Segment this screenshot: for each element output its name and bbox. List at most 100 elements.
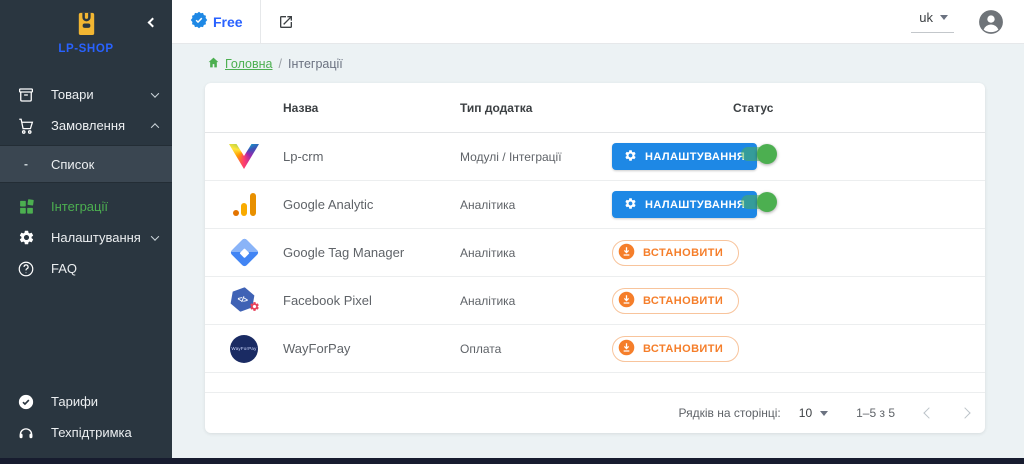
google-analytics-logo-icon <box>205 193 283 216</box>
configure-button-label: НАЛАШТУВАННЯ <box>645 151 745 163</box>
breadcrumb-home-label: Головна <box>225 57 273 71</box>
action-cell: ВСТАНОВИТИ <box>612 336 733 362</box>
table-row: Lp-crm Модулі / Інтеграції НАЛАШТУВАННЯ <box>205 133 985 181</box>
app-name: Lp-crm <box>283 149 460 164</box>
external-link-icon[interactable] <box>278 14 294 30</box>
sidebar-item-tariffs[interactable]: Тарифи <box>0 386 172 417</box>
toolbar-divider <box>260 0 261 43</box>
gear-icon <box>16 229 36 246</box>
status-toggle-on[interactable] <box>741 144 777 164</box>
gear-icon <box>624 197 637 213</box>
plan-badge[interactable]: Free <box>190 11 243 32</box>
status-cell <box>733 192 985 217</box>
sidebar-item-orders[interactable]: Замовлення <box>0 110 172 141</box>
app-name: Google Analytic <box>283 197 460 212</box>
sidebar-item-list[interactable]: - Список <box>0 145 172 183</box>
top-toolbar: Free uk <box>172 0 1024 44</box>
table-header-row: Назва Тип додатка Статус <box>205 83 985 133</box>
install-button[interactable]: ВСТАНОВИТИ <box>612 336 739 362</box>
app-name: Facebook Pixel <box>283 293 460 308</box>
box-icon <box>16 86 36 104</box>
sidebar-item-support[interactable]: Техпідтримка <box>0 417 172 448</box>
bottom-bar <box>0 458 1024 464</box>
install-button-label: ВСТАНОВИТИ <box>643 247 723 259</box>
content-area: Головна / Інтеграції Назва Тип додатка С… <box>172 44 1024 464</box>
app-type: Аналітика <box>460 294 612 308</box>
app-name: WayForPay <box>283 341 460 356</box>
wayforpay-logo-icon: WayForPay <box>205 335 283 363</box>
chevron-down-icon <box>151 89 159 97</box>
empty-row <box>205 373 985 393</box>
configure-button-label: НАЛАШТУВАННЯ <box>645 199 745 211</box>
sidebar-item-label: Техпідтримка <box>51 425 132 440</box>
action-cell: ВСТАНОВИТИ <box>612 288 733 314</box>
sidebar-menu: Товари Замовлення - Список <box>0 79 172 284</box>
sidebar-item-products[interactable]: Товари <box>0 79 172 110</box>
rows-per-page-value: 10 <box>799 406 812 420</box>
sidebar-item-integrations[interactable]: Інтеграції <box>0 191 172 222</box>
plan-badge-label: Free <box>213 14 243 30</box>
headset-icon <box>16 424 36 442</box>
previous-page-button[interactable] <box>923 407 934 418</box>
sidebar-item-label: Товари <box>51 87 94 102</box>
column-header-status: Статус <box>733 101 985 115</box>
action-cell: ВСТАНОВИТИ <box>612 240 733 266</box>
sidebar-item-faq[interactable]: FAQ <box>0 253 172 284</box>
avatar[interactable] <box>978 9 1004 35</box>
red-gear-icon <box>249 299 260 317</box>
app-root: LP-SHOP Товари <box>0 0 1024 464</box>
widgets-icon <box>16 198 36 215</box>
breadcrumb-home-link[interactable]: Головна <box>207 56 273 72</box>
app-name: Google Tag Manager <box>283 245 460 260</box>
table-row: WayForPay WayForPay Оплата ВСТАНОВИТИ <box>205 325 985 373</box>
gear-icon <box>624 149 637 165</box>
chevron-left-icon <box>148 18 158 28</box>
install-button[interactable]: ВСТАНОВИТИ <box>612 240 739 266</box>
caret-down-icon <box>820 411 828 416</box>
language-select[interactable]: uk <box>911 10 954 33</box>
table-row: </> Facebook Pixel Аналітика <box>205 277 985 325</box>
download-icon <box>618 243 635 263</box>
pagination: Рядків на сторінці: 10 1–5 з 5 <box>205 393 985 433</box>
integrations-table-card: Назва Тип додатка Статус Lp-crm Модулі /… <box>205 83 985 433</box>
sidebar-item-label: Замовлення <box>51 118 125 133</box>
rows-per-page-select[interactable]: 10 <box>799 406 828 420</box>
sidebar-item-label: Тарифи <box>51 394 98 409</box>
shop-bag-logo-icon <box>74 24 99 41</box>
rows-per-page-label: Рядків на сторінці: <box>679 406 781 420</box>
app-type: Аналітика <box>460 198 612 212</box>
sidebar-item-label: Інтеграції <box>51 199 108 214</box>
install-button-label: ВСТАНОВИТИ <box>643 343 723 355</box>
sidebar-collapse-button[interactable] <box>149 18 159 28</box>
chevron-up-icon <box>151 123 159 131</box>
badge-check-icon <box>16 393 36 411</box>
logo-text: LP-SHOP <box>0 43 172 55</box>
main-area: Free uk <box>172 0 1024 464</box>
table-row: Google Analytic Аналітика НАЛАШТУВАННЯ <box>205 181 985 229</box>
status-cell <box>733 144 985 169</box>
verified-badge-icon <box>190 11 208 32</box>
breadcrumb-separator: / <box>279 57 282 71</box>
column-header-type: Тип додатка <box>460 101 612 115</box>
app-type: Оплата <box>460 342 612 356</box>
action-cell: НАЛАШТУВАННЯ <box>612 143 733 170</box>
breadcrumb: Головна / Інтеграції <box>207 56 985 72</box>
install-button[interactable]: ВСТАНОВИТИ <box>612 288 739 314</box>
sidebar: LP-SHOP Товари <box>0 0 172 464</box>
pagination-range: 1–5 з 5 <box>856 406 895 420</box>
sidebar-item-label: Налаштування <box>51 230 141 245</box>
column-header-name: Назва <box>283 101 460 115</box>
home-icon <box>207 56 220 72</box>
google-tag-manager-logo-icon <box>205 242 283 263</box>
install-button-label: ВСТАНОВИТИ <box>643 295 723 307</box>
help-icon <box>16 260 36 278</box>
cart-icon <box>16 117 36 135</box>
language-value: uk <box>919 10 933 25</box>
chevron-down-icon <box>151 232 159 240</box>
toolbar-right: uk <box>911 9 1004 35</box>
caret-down-icon <box>940 15 948 20</box>
status-toggle-on[interactable] <box>741 192 777 212</box>
sidebar-item-settings[interactable]: Налаштування <box>0 222 172 253</box>
next-page-button[interactable] <box>959 407 970 418</box>
sidebar-item-label: Список <box>51 157 94 172</box>
